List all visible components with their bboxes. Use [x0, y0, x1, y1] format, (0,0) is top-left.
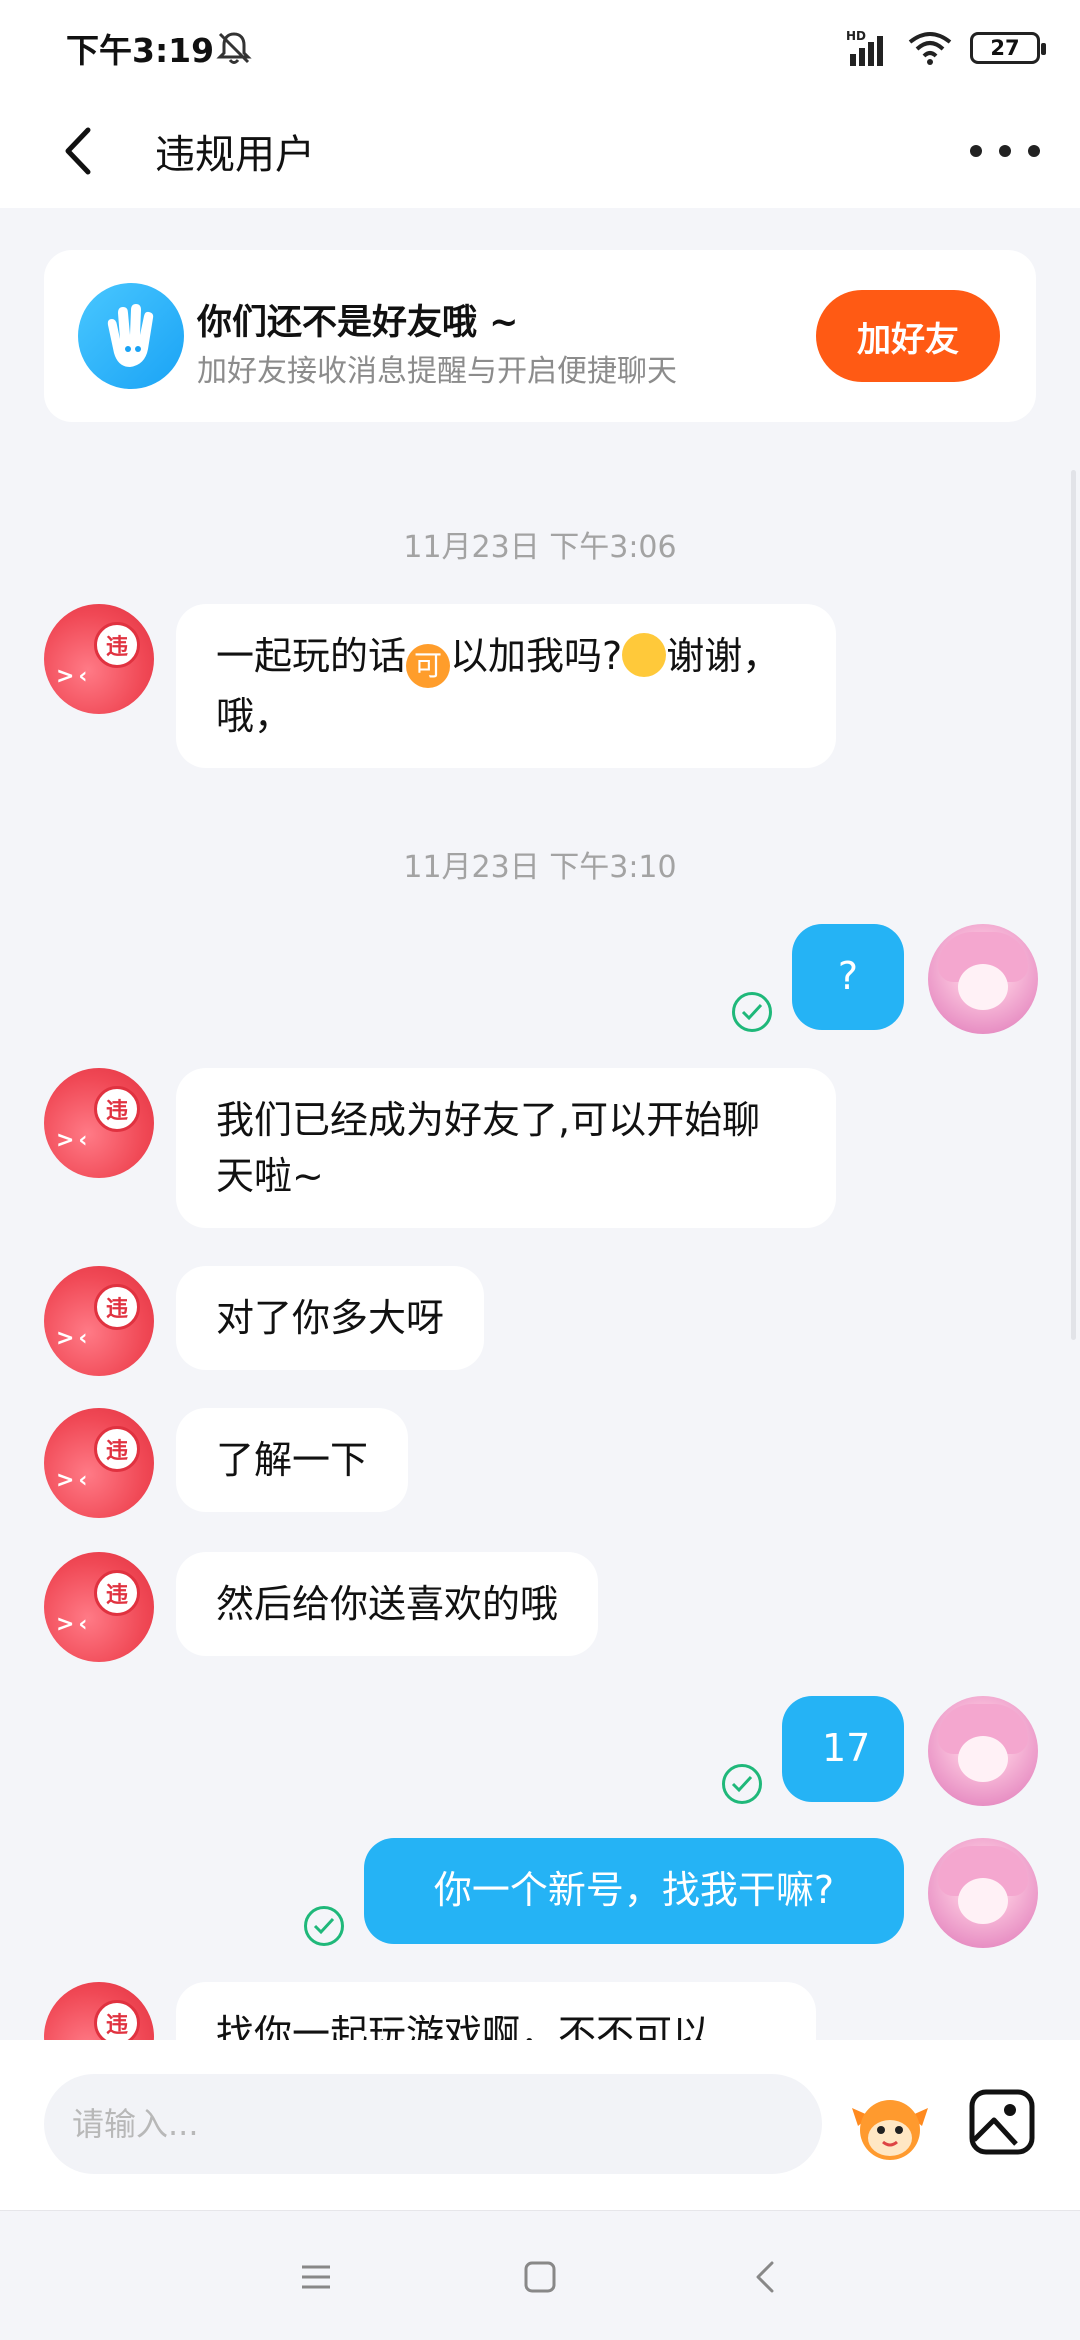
chevron-left-icon[interactable] — [50, 116, 110, 186]
hand-wave-icon — [78, 283, 184, 389]
page-title: 违规用户 — [155, 132, 315, 178]
bell-muted-icon — [216, 32, 252, 64]
read-check-icon — [304, 1906, 344, 1946]
avatar[interactable]: 违 >‹ — [44, 1068, 154, 1178]
back-icon[interactable] — [736, 2247, 796, 2307]
status-time: 下午3:19 — [66, 31, 215, 70]
message-bubble-outgoing[interactable]: ? — [792, 924, 904, 1030]
read-check-icon — [732, 992, 772, 1032]
signal-icon: HD — [846, 29, 883, 66]
wifi-icon — [908, 32, 952, 65]
violation-badge: 违 — [94, 1086, 140, 1132]
friend-prompt-subtitle: 加好友接收消息提醒与开启便捷聊天 — [197, 354, 677, 389]
friend-prompt-title: 你们还不是好友哦 ~ — [197, 303, 519, 343]
friend-prompt-card: 你们还不是好友哦 ~ 加好友接收消息提醒与开启便捷聊天 加好友 — [44, 250, 1036, 422]
message-bubble-outgoing[interactable]: 你一个新号，找我干嘛? — [364, 1838, 904, 1944]
violation-badge: 违 — [94, 1284, 140, 1330]
emoji-ke-icon: 可 — [406, 644, 451, 688]
status-indicators: HD 27 — [846, 28, 1046, 68]
violation-badge: 违 — [94, 622, 140, 668]
kiss-emoji-icon — [622, 633, 667, 677]
message-bubble-incoming[interactable]: 然后给你送喜欢的哦 — [176, 1552, 599, 1656]
message-input[interactable] — [44, 2074, 822, 2174]
violation-badge: 违 — [94, 1426, 140, 1472]
home-icon[interactable] — [510, 2247, 570, 2307]
system-nav-bar — [0, 2210, 1080, 2340]
message-bubble-outgoing[interactable]: 17 — [782, 1696, 904, 1802]
input-bar — [0, 2040, 1080, 2210]
mascot-emoji-icon[interactable] — [850, 2086, 930, 2166]
add-friend-button[interactable]: 加好友 — [816, 290, 1000, 382]
image-icon[interactable] — [966, 2086, 1038, 2158]
timestamp: 11月23日 下午3:06 — [403, 530, 677, 565]
avatar[interactable]: 违 >‹ — [44, 1552, 154, 1662]
avatar[interactable] — [928, 1696, 1038, 1806]
read-check-icon — [722, 1764, 762, 1804]
avatar[interactable] — [928, 924, 1038, 1034]
network-label: HD — [846, 29, 866, 43]
violation-badge: 违 — [94, 1570, 140, 1616]
more-horizontal-icon[interactable] — [970, 126, 1040, 176]
chat-header: 违规用户 — [0, 96, 1080, 208]
battery-indicator: 27 — [970, 32, 1046, 64]
message-bubble-incoming[interactable]: 我们已经成为好友了,可以开始聊天啦~ — [176, 1068, 836, 1228]
menu-icon[interactable] — [286, 2247, 346, 2307]
avatar[interactable]: 违 >‹ — [44, 1408, 154, 1518]
status-bar: 下午3:19 HD 27 — [0, 0, 1080, 96]
avatar[interactable] — [928, 1838, 1038, 1948]
message-bubble-incoming[interactable]: 了解一下 — [176, 1408, 409, 1512]
message-bubble-incoming[interactable]: 对了你多大呀 — [176, 1266, 485, 1370]
avatar[interactable]: 违 >‹ — [44, 1266, 154, 1376]
timestamp: 11月23日 下午3:10 — [403, 850, 677, 885]
message-bubble-incoming[interactable]: 一起玩的话可以加我吗? 谢谢，哦， — [176, 604, 836, 768]
avatar[interactable]: 违 >‹ — [44, 604, 154, 714]
scrollbar[interactable] — [1071, 470, 1076, 1340]
